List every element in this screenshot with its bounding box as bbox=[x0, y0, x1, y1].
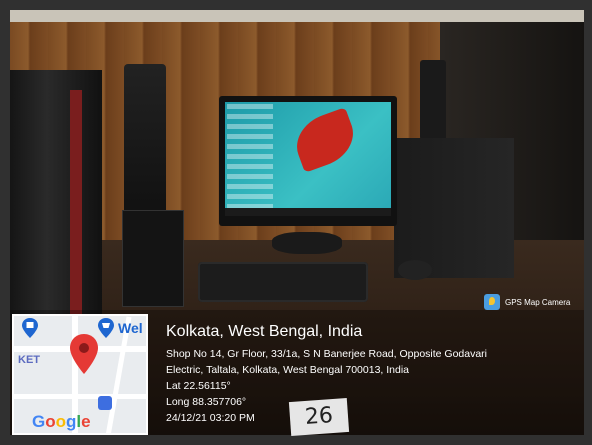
timestamp: 24/12/21 03:20 PM bbox=[166, 412, 255, 424]
latitude: Lat 22.56115° bbox=[166, 380, 231, 392]
longitude: Long 88.357706° bbox=[166, 396, 247, 408]
transit-icon bbox=[98, 396, 112, 410]
address-line-1: Shop No 14, Gr Floor, 33/1a, S N Banerje… bbox=[166, 348, 488, 360]
map-marker-icon bbox=[22, 318, 38, 338]
mouse bbox=[398, 260, 432, 280]
location-info: Kolkata, West Bengal, India Shop No 14, … bbox=[166, 322, 576, 426]
cpu-tower-left bbox=[10, 70, 102, 340]
shopping-marker-icon bbox=[98, 318, 114, 338]
ups-unit bbox=[122, 210, 184, 307]
map-label-right: Wel bbox=[118, 320, 143, 336]
speaker-left bbox=[124, 64, 166, 214]
taskbar bbox=[225, 208, 391, 216]
monitor bbox=[219, 96, 397, 226]
tower-red-stripe bbox=[70, 90, 82, 320]
location-title: Kolkata, West Bengal, India bbox=[166, 323, 363, 340]
monitor-stand bbox=[272, 232, 342, 254]
keyboard bbox=[198, 262, 368, 302]
desktop-icons bbox=[227, 104, 273, 208]
map-label-left: KET bbox=[18, 354, 40, 366]
wallpaper-leaf bbox=[288, 107, 362, 173]
map-road bbox=[14, 394, 146, 399]
gps-map-camera-badge: GPS Map Camera bbox=[484, 292, 576, 312]
google-logo: Google bbox=[32, 412, 91, 431]
monitor-screen bbox=[225, 102, 391, 216]
map-thumbnail: KET Wel Google bbox=[12, 314, 148, 435]
speaker-right bbox=[420, 60, 446, 140]
ceiling-strip bbox=[10, 10, 584, 22]
cpu-tower-right bbox=[394, 138, 514, 278]
address-line-2: Electric, Taltala, Kolkata, West Bengal … bbox=[166, 364, 410, 376]
photo-frame: 26 KET Wel Google GPS Map Camera Kolkata… bbox=[0, 0, 592, 445]
badge-label: GPS Map Camera bbox=[505, 297, 571, 307]
gps-map-camera-icon bbox=[484, 294, 500, 310]
location-pin-icon bbox=[70, 334, 98, 374]
